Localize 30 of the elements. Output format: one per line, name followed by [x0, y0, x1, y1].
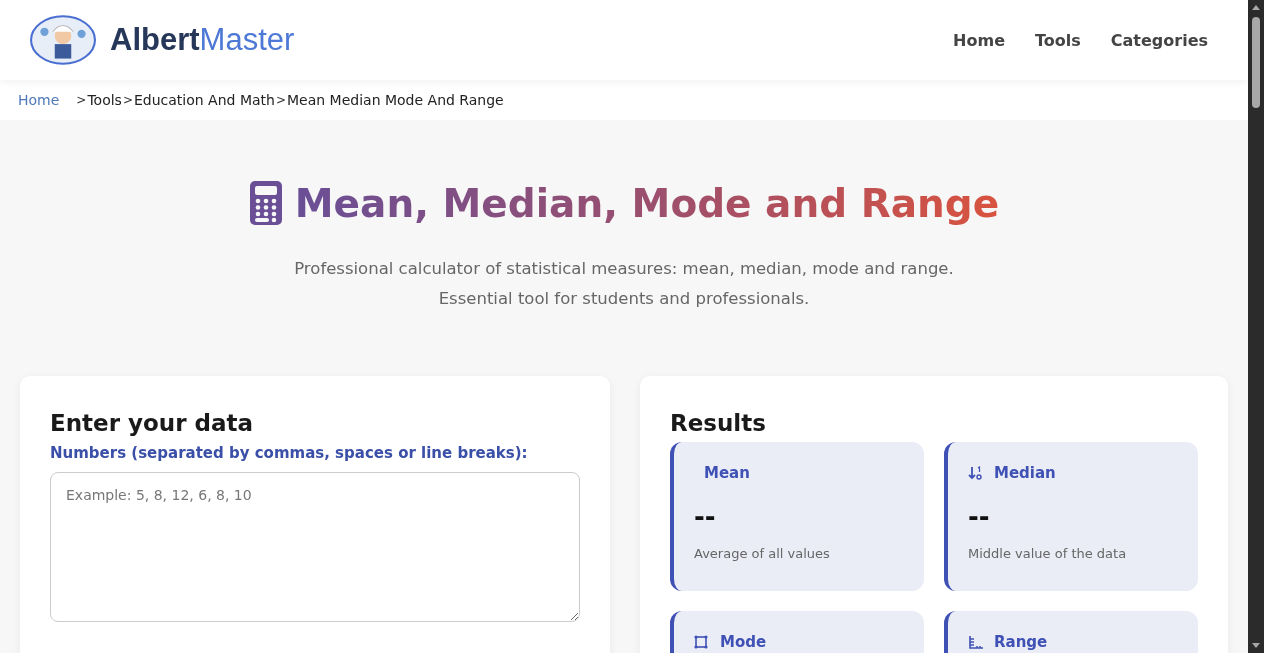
- breadcrumb-item[interactable]: Mean Median Mode And Range: [287, 92, 504, 108]
- breadcrumb-item[interactable]: Education And Math: [133, 92, 275, 108]
- breadcrumb-separator: >: [274, 93, 287, 107]
- breadcrumb-separator: >: [75, 93, 87, 107]
- card-title: Enter your data: [50, 410, 255, 436]
- page-subtitle: Professional calculator of statistical measures: mean, median, mode and range. Essential tool for students and professionals.: [293, 258, 955, 310]
- scrollbar[interactable]: [1248, 0, 1264, 653]
- data-input-field[interactable]: Example: 5, 8, 12, 6, 8, 10: [50, 472, 580, 622]
- card-title: Results: [670, 410, 767, 436]
- result-label: Mean: [704, 464, 750, 482]
- calculator-icon: [248, 180, 283, 226]
- nav-link[interactable]: Tools: [1021, 22, 1091, 58]
- result-description: Average of all values: [694, 546, 831, 561]
- result-value: --: [968, 502, 991, 532]
- field-label: Numbers (separated by commas, spaces or line breaks):: [50, 444, 529, 462]
- result-description: Middle value of the data: [968, 546, 1128, 561]
- nav-link[interactable]: Categories: [1096, 22, 1218, 58]
- nav-link[interactable]: Home: [939, 22, 1015, 58]
- logo-text[interactable]: AlbertMaster: [110, 22, 295, 58]
- breadcrumb-separator: >: [121, 93, 134, 107]
- result-label: Mode: [720, 633, 767, 651]
- result-label: Range: [994, 633, 1048, 651]
- ruler-icon: [968, 634, 984, 650]
- breadcrumb-link[interactable]: Home: [18, 92, 60, 108]
- result-value: --: [694, 502, 717, 532]
- result-label: Median: [994, 464, 1056, 482]
- logo-drawing: [30, 15, 96, 65]
- breadcrumb-item[interactable]: Tools: [87, 92, 122, 108]
- sort-down-icon: [968, 465, 984, 481]
- vector-square-icon: [694, 634, 710, 650]
